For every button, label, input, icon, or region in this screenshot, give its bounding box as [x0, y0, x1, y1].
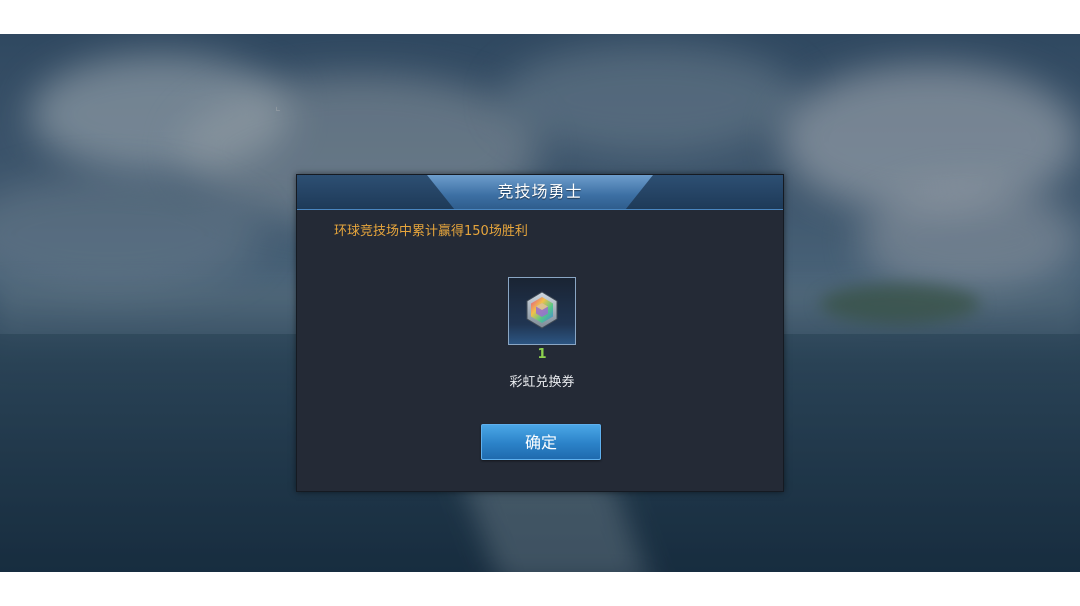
rainbow-gem-icon: [526, 291, 558, 329]
reward-name: 彩虹兑换券: [509, 375, 575, 390]
confirm-button[interactable]: 确定: [481, 424, 601, 460]
reward-dialog: 竞技场勇士 环球竞技场中累计赢得150场胜利 1 彩虹兑换券 确定: [296, 174, 784, 492]
reward-item-slot[interactable]: [508, 277, 576, 345]
reward-count: 1: [537, 347, 547, 362]
achievement-description: 环球竞技场中累计赢得150场胜利: [334, 224, 528, 239]
dialog-title: 竞技场勇士: [497, 182, 583, 201]
